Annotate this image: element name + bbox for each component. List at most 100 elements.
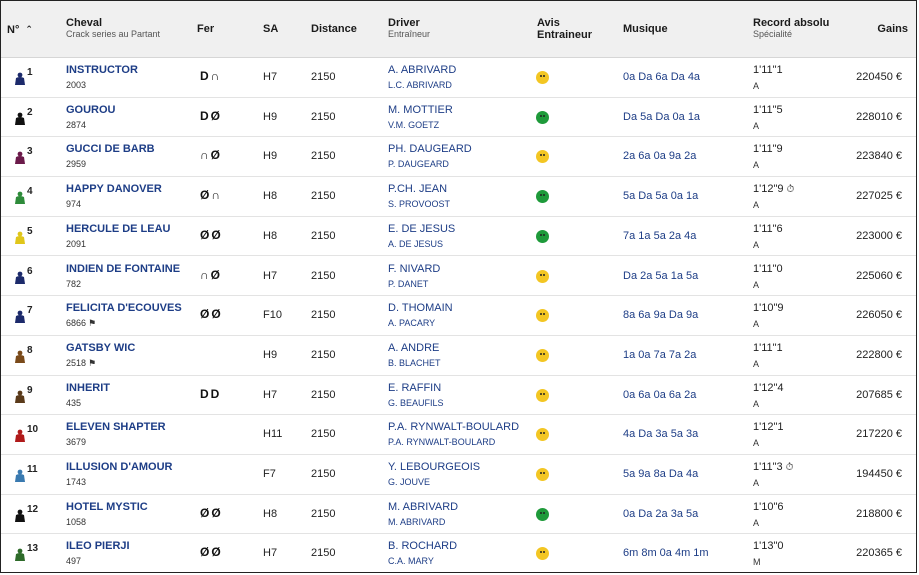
gains-value: 222800 €: [856, 348, 902, 361]
distance-value: 2150: [311, 190, 336, 203]
record-value: 1'10"9: [753, 302, 786, 315]
driver-link[interactable]: A. ANDRE: [388, 342, 439, 355]
record-time: 1'13"0: [753, 540, 784, 553]
horse-sub-value: 2003: [66, 79, 88, 92]
distance-value: 2150: [311, 269, 336, 282]
horse-name-link[interactable]: INHERIT: [66, 382, 110, 395]
table-row[interactable]: 12 HOTEL MYSTIC 1058 Ø Ø H8 2150 M. ABRIVARD M. …: [1, 495, 916, 535]
trainer-link[interactable]: P. DAUGEARD: [388, 158, 449, 171]
horse-name-link[interactable]: GATSBY WIC: [66, 342, 135, 355]
horseshoe-icon: Ø: [210, 148, 221, 163]
table-row[interactable]: 6 INDIEN DE FONTAINE 782 ∩ Ø H7 2150 F. NIVARD P…: [1, 257, 916, 297]
trainer-link[interactable]: P.A. RYNWALT-BOULARD: [388, 436, 495, 449]
trainer-link[interactable]: B. BLACHET: [388, 357, 441, 370]
record-time: 1'11"5: [753, 103, 783, 116]
trainer-opinion-smiley-icon: [536, 150, 549, 164]
specialite-value: A: [753, 319, 760, 330]
fer-icons: Ø ∩: [200, 189, 222, 203]
runner-number: 7: [27, 305, 33, 317]
driver-link[interactable]: M. ABRIVARD: [388, 501, 458, 514]
horse-name-link[interactable]: HAPPY DANOVER: [66, 183, 162, 196]
gains-value: 225060 €: [856, 269, 902, 282]
horseshoe-icon: D: [200, 108, 209, 123]
record-time: 1'12"1: [753, 421, 784, 434]
trainer-link[interactable]: L.C. ABRIVARD: [388, 79, 452, 92]
distance-value: 2150: [311, 309, 336, 322]
record-time: 1'11"1: [753, 64, 783, 76]
table-row[interactable]: 1 INSTRUCTOR 2003 D ∩ H7 2150 A. ABRIVARD L.C. A…: [1, 58, 916, 98]
distance-value: 2150: [311, 348, 336, 361]
table-row[interactable]: 8 GATSBY WIC 2518 ⚑ H9 2150 A. ANDRE B. BLACHET…: [1, 336, 916, 376]
trainer-opinion-smiley-icon: [536, 468, 549, 481]
specialite-value: A: [753, 279, 760, 290]
trainer-opinion-smiley-icon: [536, 388, 549, 402]
horse-name-link[interactable]: HOTEL MYSTIC: [66, 501, 148, 514]
gains-value: 217220 €: [856, 428, 902, 441]
driver-link[interactable]: M. MOTTIER: [388, 104, 453, 117]
trainer-link[interactable]: S. PROVOOST: [388, 198, 450, 211]
table-row[interactable]: 13 ILEO PIERJI 497 Ø Ø H7 2150 B. ROCHARD C.A. M…: [1, 534, 916, 572]
trainer-link[interactable]: G. JOUVE: [388, 476, 430, 489]
header-record-label: Record absolu: [753, 17, 830, 29]
record-value: 1'11"1: [753, 342, 786, 355]
horse-name-link[interactable]: ILLUSION D'AMOUR: [66, 461, 173, 474]
horse-name-link[interactable]: GOUROU: [66, 104, 116, 117]
header-musique: Musique: [623, 23, 668, 35]
fer-icons: ∩ Ø: [200, 149, 222, 163]
driver-link[interactable]: B. ROCHARD: [388, 540, 457, 553]
driver-link[interactable]: P.A. RYNWALT-BOULARD: [388, 421, 519, 434]
trainer-opinion-smiley-icon: [536, 229, 549, 243]
sa-value: H7: [263, 269, 278, 282]
trainer-link[interactable]: A. PACARY: [388, 317, 435, 330]
horse-name-link[interactable]: ILEO PIERJI: [66, 540, 130, 553]
trainer-link[interactable]: C.A. MARY: [388, 555, 434, 568]
driver-link[interactable]: PH. DAUGEARD: [388, 143, 472, 156]
header-gains: Gains: [877, 23, 908, 35]
trainer-link[interactable]: V.M. GOETZ: [388, 119, 439, 132]
trainer-link[interactable]: P. DANET: [388, 278, 428, 291]
trainer-link[interactable]: A. DE JESUS: [388, 238, 443, 251]
header-record-sub: Spécialité: [753, 29, 793, 39]
horse-sub-value: 2091: [66, 238, 88, 251]
horse-name-link[interactable]: HERCULE DE LEAU: [66, 223, 171, 236]
driver-link[interactable]: F. NIVARD: [388, 263, 440, 276]
header-driver-label: Driver: [388, 17, 420, 29]
musique-value: 5a 9a 8a Da 4a: [623, 468, 699, 480]
table-row[interactable]: 7 FELICITA D'ECOUVES 6866 ⚑ Ø Ø F10 2150 D. THOM…: [1, 296, 916, 336]
header-num[interactable]: N° ⌃: [7, 23, 33, 36]
table-row[interactable]: 9 INHERIT 435 D D H7 2150 E. RAFFIN G. BEAUFILS 0…: [1, 376, 916, 416]
distance-value: 2150: [311, 547, 336, 560]
driver-link[interactable]: E. RAFFIN: [388, 382, 441, 395]
chevron-up-icon[interactable]: ⌃: [25, 23, 33, 35]
table-row[interactable]: 5 HERCULE DE LEAU 2091 Ø Ø H8 2150 E. DE JESUS A…: [1, 217, 916, 257]
table-row[interactable]: 11 ILLUSION D'AMOUR 1743 F7 2150 Y. LEBOURGEO…: [1, 455, 916, 495]
driver-link[interactable]: E. DE JESUS: [388, 223, 455, 236]
sa-value: H11: [263, 428, 283, 441]
table-row[interactable]: 2 GOUROU 2874 D Ø H9 2150 M. MOTTIER V.M. GOETZ D…: [1, 98, 916, 138]
jockey-silk-icon: [15, 191, 25, 205]
table-row[interactable]: 4 HAPPY DANOVER 974 Ø ∩ H8 2150 P.CH. JEAN S. PR…: [1, 177, 916, 217]
horse-name-link[interactable]: GUCCI DE BARB: [66, 143, 155, 156]
gains-value: 220450 €: [856, 71, 902, 83]
table-row[interactable]: 3 GUCCI DE BARB 2959 ∩ Ø H9 2150 PH. DAUGEARD P.…: [1, 137, 916, 178]
trainer-link[interactable]: M. ABRIVARD: [388, 516, 445, 529]
horseshoe-icon: ∩: [200, 148, 209, 163]
table-row[interactable]: 10 ELEVEN SHAPTER 3679 H11 2150 P.A. RYNWALT-…: [1, 415, 916, 455]
trainer-link[interactable]: G. BEAUFILS: [388, 397, 444, 410]
musique-value: 0a 6a 0a 6a 2a: [623, 388, 697, 401]
horse-name-link[interactable]: INDIEN DE FONTAINE: [66, 263, 180, 276]
trainer-opinion-smiley-icon: [536, 269, 549, 283]
sa-value: H9: [263, 150, 278, 163]
sa-value: H7: [263, 547, 278, 560]
driver-link[interactable]: Y. LEBOURGEOIS: [388, 461, 480, 474]
driver-link[interactable]: A. ABRIVARD: [388, 64, 456, 77]
horse-name-link[interactable]: INSTRUCTOR: [66, 64, 138, 77]
horse-name-link[interactable]: ELEVEN SHAPTER: [66, 421, 166, 434]
driver-link[interactable]: P.CH. JEAN: [388, 183, 447, 196]
horseshoe-icon: Ø: [200, 307, 210, 322]
record-value: 1'11"5: [753, 104, 786, 117]
driver-link[interactable]: D. THOMAIN: [388, 302, 453, 315]
distance-value: 2150: [311, 388, 336, 401]
gains-value: 194450 €: [856, 468, 902, 480]
horse-name-link[interactable]: FELICITA D'ECOUVES: [66, 302, 182, 315]
